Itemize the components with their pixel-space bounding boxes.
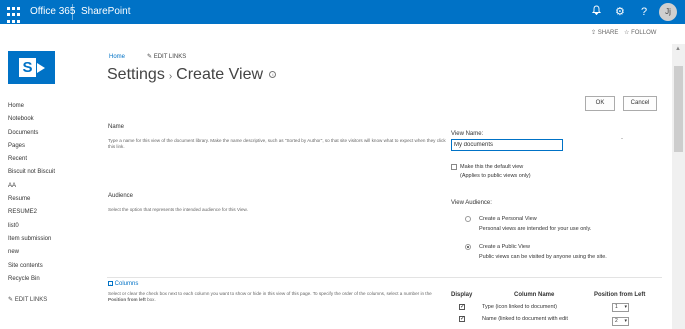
share-icon: ⇪ bbox=[591, 30, 597, 36]
public-view-radio[interactable] bbox=[465, 244, 471, 250]
name-section-description: Type a name for this view of the documen… bbox=[108, 138, 446, 149]
personal-view-radio[interactable] bbox=[465, 216, 471, 222]
section-divider bbox=[107, 277, 662, 278]
nav-item-pages[interactable]: Pages bbox=[8, 140, 55, 153]
edit-links-nav-label: EDIT LINKS bbox=[14, 297, 48, 303]
default-view-checkbox[interactable] bbox=[451, 164, 457, 170]
column-name-checkbox[interactable] bbox=[459, 315, 465, 322]
default-view-label: Make this the default view bbox=[460, 164, 524, 170]
nav-item-resume2[interactable]: RESUME2 bbox=[8, 206, 55, 219]
nav-item-new[interactable]: new bbox=[8, 246, 55, 259]
view-audience-label: View Audience: bbox=[451, 200, 492, 206]
gear-icon[interactable]: ⚙ bbox=[615, 5, 625, 19]
nav-item-notebook[interactable]: Notebook bbox=[8, 113, 55, 126]
personal-view-description: Personal views are intended for your use… bbox=[479, 226, 592, 232]
column-name-header: Column Name bbox=[514, 292, 555, 298]
bell-icon[interactable] bbox=[591, 5, 602, 19]
name-section-title: Name bbox=[108, 124, 125, 130]
office365-title[interactable]: Office 365 bbox=[30, 6, 75, 17]
quick-launch-nav: Home Notebook Documents Pages Recent Bis… bbox=[8, 100, 55, 286]
nav-item-home[interactable]: Home bbox=[8, 100, 55, 113]
avatar[interactable]: Jj bbox=[659, 3, 677, 21]
columns-section-title: Columns bbox=[114, 281, 139, 288]
ok-button[interactable]: OK bbox=[585, 96, 615, 111]
columns-desc-text: Select or clear the check box next to ea… bbox=[108, 291, 432, 296]
nav-item-biscuit[interactable]: Biscuit not Biscuit bbox=[8, 166, 55, 179]
suite-bar: Office 365 SharePoint ⚙ ? Jj bbox=[0, 0, 685, 24]
default-view-note: (Applies to public views only) bbox=[460, 173, 531, 179]
columns-desc-bold: Position from left bbox=[108, 297, 146, 302]
nav-item-item-submission[interactable]: Item submission bbox=[8, 233, 55, 246]
collapse-icon: - bbox=[108, 281, 113, 286]
title-settings-link[interactable]: Settings bbox=[107, 66, 165, 83]
view-name-input[interactable] bbox=[451, 139, 563, 151]
columns-section-toggle[interactable]: - Columns bbox=[108, 281, 138, 287]
edit-links-label: EDIT LINKS bbox=[153, 54, 187, 60]
column-name-name: Name (linked to document with edit bbox=[482, 316, 568, 322]
display-column-header: Display bbox=[451, 292, 473, 298]
pencil-icon: ✎ bbox=[8, 297, 14, 303]
logo-arrow-shape bbox=[37, 63, 45, 73]
nav-item-site-contents[interactable]: Site contents bbox=[8, 260, 55, 273]
view-name-label: View Name: bbox=[451, 131, 484, 137]
nav-item-recent[interactable]: Recent bbox=[8, 153, 55, 166]
sharepoint-logo[interactable]: S bbox=[8, 51, 55, 84]
position-column-header: Position from Left bbox=[594, 292, 646, 298]
star-icon: ☆ bbox=[624, 30, 630, 36]
vertical-scrollbar[interactable]: ▲ bbox=[672, 44, 685, 329]
nav-item-list0[interactable]: list0 bbox=[8, 220, 55, 233]
pencil-icon: ✎ bbox=[147, 54, 153, 60]
edit-links-top[interactable]: ✎ EDIT LINKS bbox=[147, 53, 186, 60]
suite-divider bbox=[72, 4, 73, 20]
column-name-position-select[interactable]: 2 bbox=[612, 317, 629, 326]
breadcrumb-home-link[interactable]: Home bbox=[109, 54, 125, 60]
cancel-button[interactable]: Cancel bbox=[623, 96, 657, 111]
nav-item-resume[interactable]: Resume bbox=[8, 193, 55, 206]
nav-item-recycle-bin[interactable]: Recycle Bin bbox=[8, 273, 55, 286]
public-view-description: Public views can be visited by anyone us… bbox=[479, 254, 607, 260]
personal-view-label: Create a Personal View bbox=[479, 216, 537, 222]
column-type-checkbox[interactable] bbox=[459, 303, 465, 310]
share-label: SHARE bbox=[597, 30, 619, 36]
page-title: Settings › Create View i bbox=[107, 66, 277, 84]
audience-section-title: Audience bbox=[108, 193, 134, 199]
columns-section-description: Select or clear the check box next to ea… bbox=[108, 291, 446, 303]
required-marker: - bbox=[621, 136, 623, 142]
logo-s-glyph: S bbox=[19, 58, 36, 77]
public-view-label: Create a Public View bbox=[479, 244, 530, 250]
follow-label: FOLLOW bbox=[631, 30, 657, 36]
columns-desc-end: box. bbox=[147, 297, 156, 302]
sharepoint-app-title[interactable]: SharePoint bbox=[81, 6, 130, 17]
title-page: Create View bbox=[176, 66, 264, 83]
edit-links-nav[interactable]: ✎ EDIT LINKS bbox=[8, 296, 47, 303]
info-icon[interactable]: i bbox=[269, 71, 277, 79]
app-launcher-icon[interactable] bbox=[0, 0, 24, 24]
share-button[interactable]: ⇪ SHARE bbox=[591, 29, 618, 36]
nav-item-aa[interactable]: AA bbox=[8, 180, 55, 193]
audience-section-description: Select the option that represents the in… bbox=[108, 207, 248, 212]
follow-button[interactable]: ☆ FOLLOW bbox=[624, 29, 656, 36]
breadcrumb-arrow-icon: › bbox=[168, 71, 173, 82]
column-type-position-select[interactable]: 1 bbox=[612, 303, 629, 312]
help-icon[interactable]: ? bbox=[641, 5, 647, 19]
nav-item-documents[interactable]: Documents bbox=[8, 127, 55, 140]
scroll-up-icon[interactable]: ▲ bbox=[675, 46, 681, 52]
column-type-name: Type (icon linked to document) bbox=[482, 304, 557, 310]
scrollbar-thumb[interactable] bbox=[674, 66, 683, 152]
